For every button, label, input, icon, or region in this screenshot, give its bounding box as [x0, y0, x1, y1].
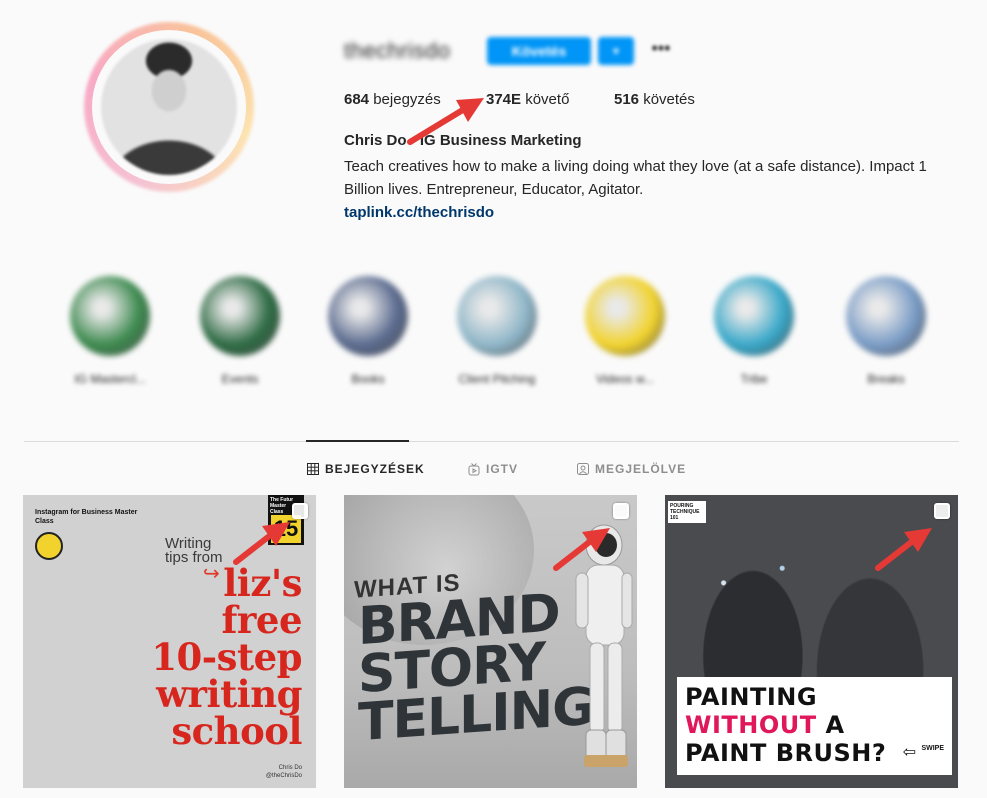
highlight-label: Events	[221, 372, 259, 386]
stat-posts: 684 bejegyzés	[344, 91, 441, 108]
post-title-line: free	[221, 598, 303, 642]
post-title-line: writing	[156, 672, 302, 716]
grid-icon	[307, 463, 319, 475]
highlight-cover	[200, 276, 280, 356]
story-highlight[interactable]: Books	[318, 276, 418, 386]
stat-followers[interactable]: 374E követő	[486, 91, 569, 108]
highlight-cover	[714, 276, 794, 356]
post-title: BRAND STORY TELLING	[358, 583, 594, 754]
follow-button[interactable]: Követés	[487, 37, 591, 65]
post-thumbnail[interactable]: POURING TECHNIQUE 101 PAINTING WITHOUT A…	[665, 495, 958, 788]
post-thumbnail[interactable]: Instagram for Business Master Class The …	[23, 495, 316, 788]
profile-full-name: Chris Do - IG Business Marketing	[344, 132, 582, 149]
highlight-cover	[457, 276, 537, 356]
story-highlight[interactable]: Client Pitching	[447, 276, 547, 386]
highlight-label: Client Pitching	[458, 372, 536, 386]
following-label: követés	[643, 91, 695, 108]
avatar[interactable]	[101, 39, 237, 175]
highlight-cover	[846, 276, 926, 356]
active-tab-indicator	[306, 440, 409, 442]
post-title-line: liz's	[223, 561, 302, 605]
profile-username: thechrisdo	[344, 38, 451, 63]
highlight-cover	[70, 276, 150, 356]
igtv-icon	[468, 462, 480, 476]
profile-link[interactable]: taplink.cc/thechrisdo	[344, 204, 494, 221]
post-title: liz's free 10-step writing school	[151, 565, 302, 750]
posts-label: bejegyzés	[373, 91, 441, 108]
highlight-label: Books	[351, 372, 385, 386]
tab-igtv[interactable]: IGTV	[468, 462, 518, 476]
story-highlight[interactable]: IG Mastercl...	[60, 276, 160, 386]
tab-igtv-label: IGTV	[486, 462, 519, 476]
badge-number: 15	[271, 515, 301, 543]
highlight-label: Tribe	[740, 372, 768, 386]
swipe-arrow-icon: ⇦	[902, 744, 916, 761]
post-thumbnail[interactable]: WHAT IS BRAND STORY TELLING	[344, 495, 637, 788]
tabs-divider	[24, 441, 959, 442]
highlight-cover	[328, 276, 408, 356]
suggested-dropdown-button[interactable]: ▾	[598, 37, 634, 65]
post-header-text: Instagram for Business Master Class	[35, 509, 138, 525]
stat-following[interactable]: 516 követés	[614, 91, 695, 108]
story-highlight[interactable]: Events	[190, 276, 290, 386]
post-title-line: PAINTING	[685, 683, 818, 711]
highlight-label: Videos w...	[596, 372, 654, 386]
post-title-line: WITHOUT A	[685, 711, 944, 739]
tab-tagged-label: MEGJELÖLVE	[595, 462, 687, 476]
futur-logo-icon	[35, 532, 63, 560]
posts-count: 684	[344, 91, 370, 108]
highlight-cover	[585, 276, 665, 356]
post-title-rest: A	[816, 711, 845, 739]
carousel-icon	[613, 503, 629, 519]
profile-bio: Teach creatives how to make a living doi…	[344, 158, 927, 198]
post-title-line: 10-step	[151, 635, 302, 679]
post-title-line: TELLING	[358, 676, 594, 754]
tab-posts[interactable]: BEJEGYZÉSEK	[307, 462, 425, 476]
carousel-icon	[292, 503, 308, 519]
carousel-icon	[934, 503, 950, 519]
following-count: 516	[614, 91, 640, 108]
story-highlight[interactable]: Breaks	[836, 276, 936, 386]
post-title-line: school	[171, 709, 302, 753]
tab-tagged[interactable]: MEGJELÖLVE	[577, 462, 686, 476]
post-tag-label: POURING TECHNIQUE 101	[668, 501, 706, 523]
highlight-label: Breaks	[867, 372, 905, 386]
highlight-label: IG Mastercl...	[74, 372, 146, 386]
astronaut-image	[575, 524, 633, 767]
tab-posts-label: BEJEGYZÉSEK	[325, 462, 425, 476]
tagged-user-icon	[577, 463, 589, 475]
swipe-label: SWIPE	[921, 745, 944, 752]
story-highlight[interactable]: Videos w...	[575, 276, 675, 386]
post-title-highlight: WITHOUT	[685, 711, 817, 739]
story-highlight[interactable]: Tribe	[704, 276, 804, 386]
post-footer-credit: Chris Do @theChrisDo	[265, 765, 302, 779]
followers-count: 374E	[486, 91, 522, 108]
more-options-button[interactable]: •••	[648, 36, 674, 64]
followers-label: követő	[525, 91, 570, 108]
